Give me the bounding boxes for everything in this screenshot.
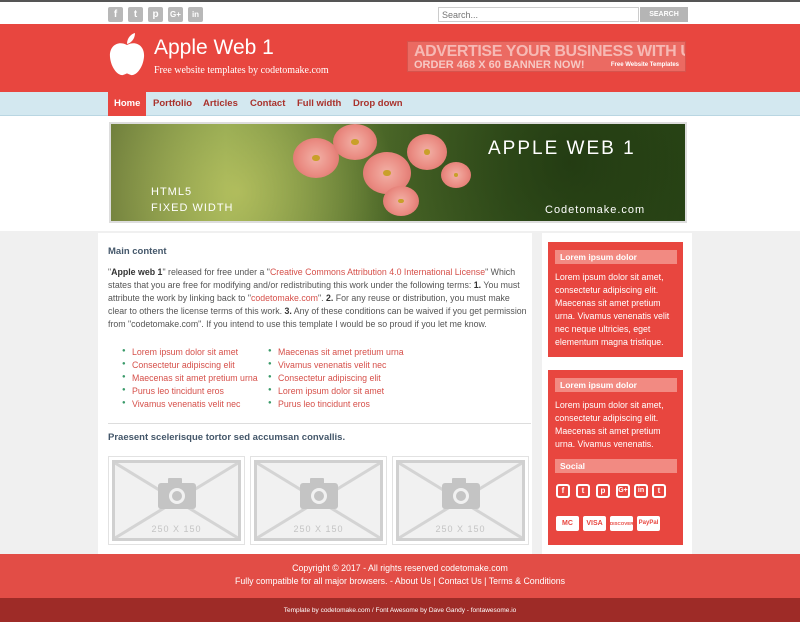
- hero-subtitle: HTML5: [151, 186, 193, 198]
- main-nav: Home Portfolio Articles Contact Full wid…: [0, 92, 800, 116]
- flower-image: [383, 186, 419, 216]
- flower-image: [333, 124, 377, 160]
- site-title[interactable]: Apple Web 1: [154, 36, 274, 60]
- placeholder-label: 250 X 150: [151, 524, 202, 534]
- ad-subline: ORDER 468 X 60 BANNER NOW!: [414, 59, 585, 71]
- hero-subtitle: FIXED WIDTH: [151, 202, 234, 214]
- image-placeholder[interactable]: 250 X 150: [250, 456, 387, 545]
- codetomake-link[interactable]: codetomake.com: [251, 293, 318, 303]
- nav-item-contact[interactable]: Contact: [250, 92, 285, 116]
- linkedin-icon[interactable]: in: [634, 484, 648, 498]
- hero-title: APPLE WEB 1: [488, 138, 636, 159]
- pinterest-icon[interactable]: p: [596, 484, 610, 498]
- mastercard-icon: MC: [556, 516, 579, 531]
- nav-item-full-width[interactable]: Full width: [297, 92, 341, 116]
- placeholder-label: 250 X 150: [293, 524, 344, 534]
- top-bar: f t p G+ in SEARCH: [0, 0, 800, 24]
- divider: [108, 423, 531, 424]
- list-item[interactable]: Maecenas sit amet pretium urna: [268, 347, 404, 357]
- sidebar-box-title: Lorem ipsum dolor: [555, 378, 677, 392]
- discover-icon: DISCOVER: [610, 516, 634, 531]
- list-item[interactable]: Consectetur adipiscing elit: [122, 360, 235, 370]
- apple-logo-icon[interactable]: [108, 33, 146, 77]
- nav-item-home[interactable]: Home: [108, 92, 147, 116]
- facebook-icon[interactable]: f: [108, 7, 123, 22]
- flower-image: [293, 138, 339, 178]
- list-item[interactable]: Consectetur adipiscing elit: [268, 373, 381, 383]
- credit-line: Template by codetomake.com / Font Awesom…: [283, 607, 517, 614]
- hero-site: Codetomake.com: [545, 204, 646, 216]
- copyright: Copyright © 2017 - All rights reserved c…: [292, 563, 508, 573]
- social-title: Social: [555, 459, 677, 473]
- contact-link[interactable]: Contact Us: [438, 576, 482, 586]
- list-item[interactable]: Lorem ipsum dolor sit amet: [268, 386, 384, 396]
- google-plus-icon[interactable]: G+: [616, 484, 630, 498]
- linkedin-icon[interactable]: in: [188, 7, 203, 22]
- list-item[interactable]: Lorem ipsum dolor sit amet: [122, 347, 238, 357]
- list-item[interactable]: Purus leo tincidunt eros: [268, 399, 370, 409]
- visa-icon: VISA: [583, 516, 606, 531]
- sidebar-box: Lorem ipsum dolor Lorem ipsum dolor sit …: [548, 242, 683, 357]
- sidebar-box-title: Lorem ipsum dolor: [555, 250, 677, 264]
- list-item[interactable]: Maecenas sit amet pretium urna: [122, 373, 258, 383]
- terms-link[interactable]: Terms & Conditions: [489, 576, 565, 586]
- ad-banner[interactable]: ADVERTISE YOUR BUSINESS WITH US ORDER 46…: [407, 41, 686, 72]
- section-heading: Praesent scelerisque tortor sed accumsan…: [108, 432, 346, 443]
- facebook-icon[interactable]: f: [556, 484, 570, 498]
- image-placeholder[interactable]: 250 X 150: [392, 456, 529, 545]
- list-item[interactable]: Purus leo tincidunt eros: [122, 386, 224, 396]
- nav-item-portfolio[interactable]: Portfolio: [153, 92, 192, 116]
- twitter-icon[interactable]: t: [128, 7, 143, 22]
- google-plus-icon[interactable]: G+: [168, 7, 183, 22]
- search-input[interactable]: [438, 7, 639, 22]
- sidebar-box-text: Lorem ipsum dolor sit amet, consectetur …: [555, 400, 664, 449]
- list-item[interactable]: Vivamus venenatis velit nec: [122, 399, 240, 409]
- paypal-icon: PayPal: [637, 516, 660, 531]
- site-tagline: Free website templates by codetomake.com: [154, 65, 329, 76]
- nav-item-articles[interactable]: Articles: [203, 92, 238, 116]
- main-heading: Main content: [108, 246, 167, 257]
- placeholder-label: 250 X 150: [435, 524, 486, 534]
- pinterest-icon[interactable]: p: [148, 7, 163, 22]
- tumblr-icon[interactable]: t: [652, 484, 666, 498]
- search-button[interactable]: SEARCH: [640, 7, 688, 22]
- nav-item-drop-down[interactable]: Drop down: [353, 92, 403, 116]
- list-item[interactable]: Vivamus venenatis velit nec: [268, 360, 386, 370]
- flower-image: [441, 162, 471, 188]
- intro-paragraph: "Apple web 1" released for free under a …: [108, 267, 527, 329]
- ad-caption: Free Website Templates: [610, 62, 679, 68]
- footer-links: Fully compatible for all major browsers.…: [234, 576, 566, 586]
- flower-image: [407, 134, 447, 170]
- twitter-icon[interactable]: t: [576, 484, 590, 498]
- about-link[interactable]: About Us: [395, 576, 431, 586]
- sidebar-box-text: Lorem ipsum dolor sit amet, consectetur …: [555, 272, 670, 347]
- image-placeholder[interactable]: 250 X 150: [108, 456, 245, 545]
- license-link[interactable]: Creative Commons Attribution 4.0 Interna…: [270, 267, 485, 277]
